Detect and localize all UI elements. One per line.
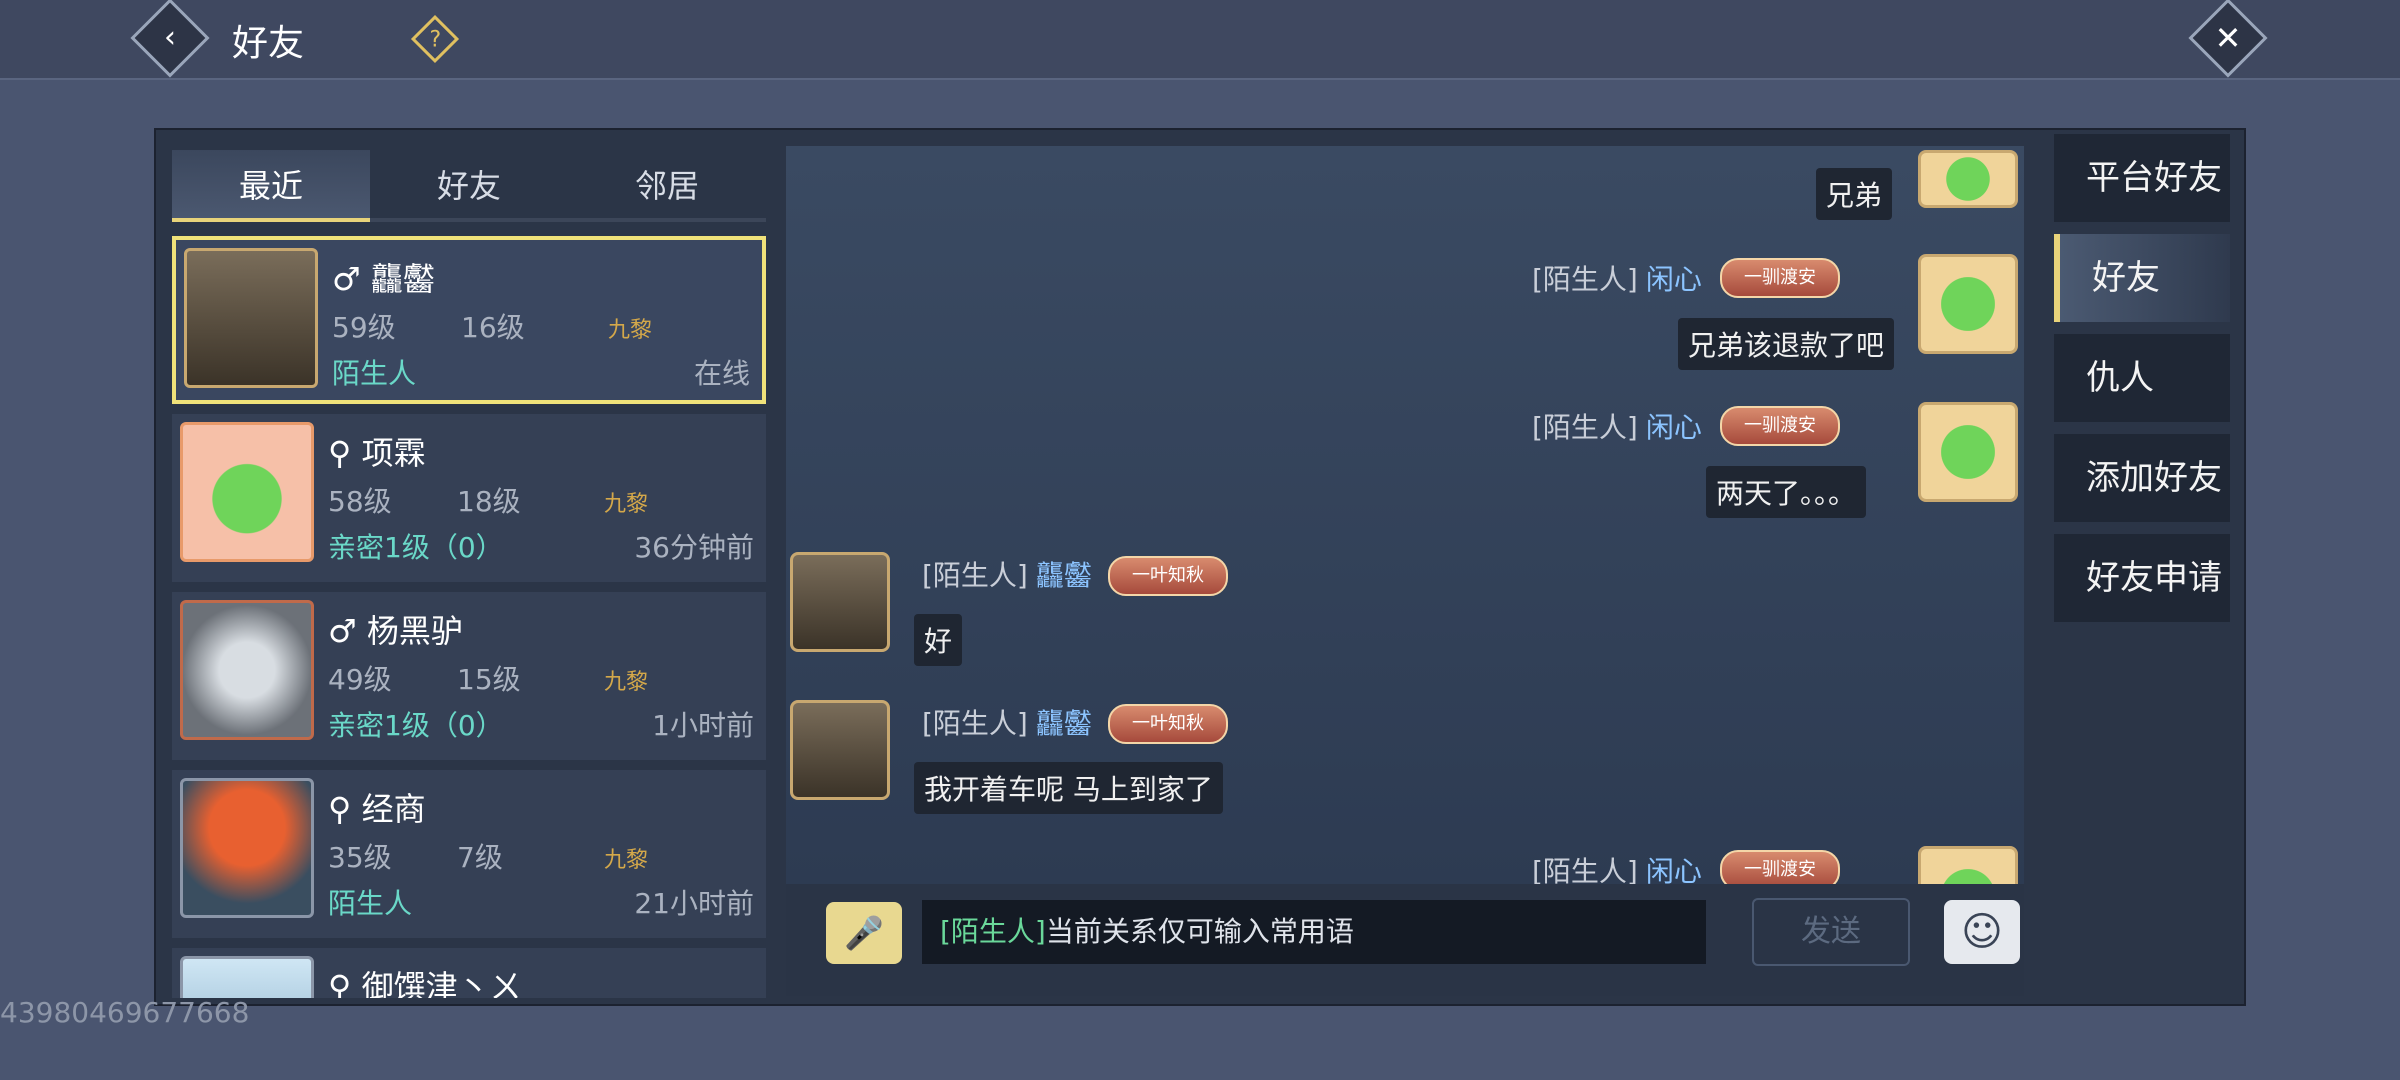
avatar — [180, 422, 314, 562]
help-button[interactable]: ? — [410, 14, 460, 64]
message-sender: [陌生人] 龘齾 — [922, 707, 1092, 740]
title-tag: 一驯渡安 — [1720, 406, 1840, 446]
avatar — [180, 600, 314, 740]
gender-icon: ⚲ — [328, 434, 352, 472]
message-bubble: 兄弟该退款了吧 — [1678, 318, 1895, 370]
avatar — [180, 778, 314, 918]
tab-friend-requests[interactable]: 好友申请 — [2054, 534, 2230, 622]
friend-relation: 亲密1级（0） — [328, 709, 504, 742]
chat-area[interactable]: 兄弟 [陌生人] 闲心 一驯渡安 兄弟该退款了吧 [陌生人] 闲心 一驯渡安 两天了… — [786, 146, 2024, 884]
emoji-button[interactable]: ☺ — [1944, 900, 2020, 964]
friend-item[interactable]: ♂ 杨黑驴 49级 15级 九黎 亲密1级（0） 1小时前 — [172, 592, 766, 760]
message-bubble: 好 — [914, 614, 963, 666]
avatar — [1918, 402, 2018, 502]
gender-icon: ⚲ — [328, 968, 352, 998]
message-bubble: 我开着车呢 马上到家了 — [914, 762, 1223, 814]
friend-relation: 亲密1级（0） — [328, 531, 504, 564]
help-icon: ? — [429, 27, 442, 53]
back-icon: ‹ — [164, 20, 176, 55]
friend-list: ♂ 龘齾 59级 16级 九黎 陌生人 在线 ⚲ 项霖 58级 18级 九黎 亲… — [172, 236, 766, 998]
avatar — [790, 552, 890, 652]
friend-level: 59级 — [332, 311, 396, 344]
avatar — [180, 956, 314, 998]
tab-enemies[interactable]: 仇人 — [2054, 334, 2230, 422]
friend-level: 35级 — [328, 841, 392, 874]
voice-button[interactable]: 🎤 — [826, 902, 902, 964]
friend-rank: 18级 — [457, 485, 521, 518]
friend-status: 36分钟前 — [634, 531, 754, 564]
friend-status: 21小时前 — [634, 887, 754, 920]
faction-badge: 九黎 — [604, 492, 649, 517]
emoji-icon: ☺ — [1961, 909, 2003, 955]
friend-item[interactable]: ♂ 龘齾 59级 16级 九黎 陌生人 在线 — [172, 236, 766, 404]
friend-relation: 陌生人 — [332, 357, 417, 390]
tab-neighbors[interactable]: 邻居 — [568, 150, 766, 222]
friend-name: ♂ 杨黑驴 — [328, 612, 463, 650]
message-sender: [陌生人] 龘齾 — [922, 559, 1092, 592]
tab-friends[interactable]: 好友 — [370, 150, 568, 222]
message-sender: [陌生人] 闲心 — [1532, 411, 1702, 444]
close-button[interactable]: ✕ — [2188, 0, 2268, 78]
message-sender: [陌生人] 闲心 — [1532, 263, 1702, 296]
microphone-icon: 🎤 — [844, 914, 884, 952]
message-bubble: 两天了。。。 — [1706, 466, 1867, 518]
faction-badge: 九黎 — [608, 318, 653, 343]
back-button[interactable]: ‹ — [130, 0, 210, 78]
top-bar: ‹ 好友 ? ✕ — [0, 0, 2400, 80]
friend-name: ⚲ 经商 — [328, 790, 426, 828]
avatar — [1918, 846, 2018, 884]
friend-name: ⚲ 御馔津丶ㄨ — [328, 962, 522, 998]
title-tag: 一驯渡安 — [1720, 850, 1840, 884]
avatar — [184, 248, 318, 388]
title-tag: 一驯渡安 — [1720, 258, 1840, 298]
friend-item[interactable]: ⚲ 经商 35级 7级 九黎 陌生人 21小时前 — [172, 770, 766, 938]
chat-input-bar: 🎤 [陌生人]当前关系仅可输入常用语 发送 ☺ — [786, 884, 2024, 996]
friend-rank: 16级 — [461, 311, 525, 344]
friend-level: 49级 — [328, 663, 392, 696]
title-tag: 一叶知秋 — [1108, 704, 1228, 744]
user-id: 43980469677668 — [0, 996, 250, 1029]
friend-name: ⚲ 项霖 — [328, 434, 426, 472]
friend-rank: 15级 — [457, 663, 521, 696]
friend-status: 在线 — [693, 357, 750, 390]
friend-rank: 7级 — [457, 841, 503, 874]
tab-friends-side[interactable]: 好友 — [2054, 234, 2230, 322]
friend-status: 1小时前 — [652, 709, 754, 742]
tab-recent[interactable]: 最近 — [172, 150, 370, 222]
friend-item[interactable]: ⚲ 项霖 58级 18级 九黎 亲密1级（0） 36分钟前 — [172, 414, 766, 582]
gender-icon: ♂ — [332, 260, 361, 298]
avatar — [790, 700, 890, 800]
avatar — [1918, 150, 2018, 208]
gender-icon: ♂ — [328, 612, 357, 650]
friend-level: 58级 — [328, 485, 392, 518]
message-input[interactable]: [陌生人]当前关系仅可输入常用语 — [922, 900, 1706, 964]
faction-badge: 九黎 — [604, 848, 649, 873]
send-button[interactable]: 发送 — [1752, 898, 1910, 966]
message-sender: [陌生人] 闲心 — [1532, 855, 1702, 884]
gender-icon: ⚲ — [328, 790, 352, 828]
friend-relation: 陌生人 — [328, 887, 413, 920]
avatar — [1918, 254, 2018, 354]
friend-tabs: 最近 好友 邻居 — [172, 150, 766, 222]
page-title: 好友 — [232, 23, 305, 64]
title-tag: 一叶知秋 — [1108, 556, 1228, 596]
tab-add-friend[interactable]: 添加好友 — [2054, 434, 2230, 522]
tab-platform-friends[interactable]: 平台好友 — [2054, 134, 2230, 222]
message-bubble: 兄弟 — [1816, 168, 1893, 220]
close-icon: ✕ — [2214, 19, 2242, 57]
faction-badge: 九黎 — [604, 670, 649, 695]
friend-name: ♂ 龘齾 — [332, 260, 435, 298]
friend-item[interactable]: ⚲ 御馔津丶ㄨ — [172, 948, 766, 998]
